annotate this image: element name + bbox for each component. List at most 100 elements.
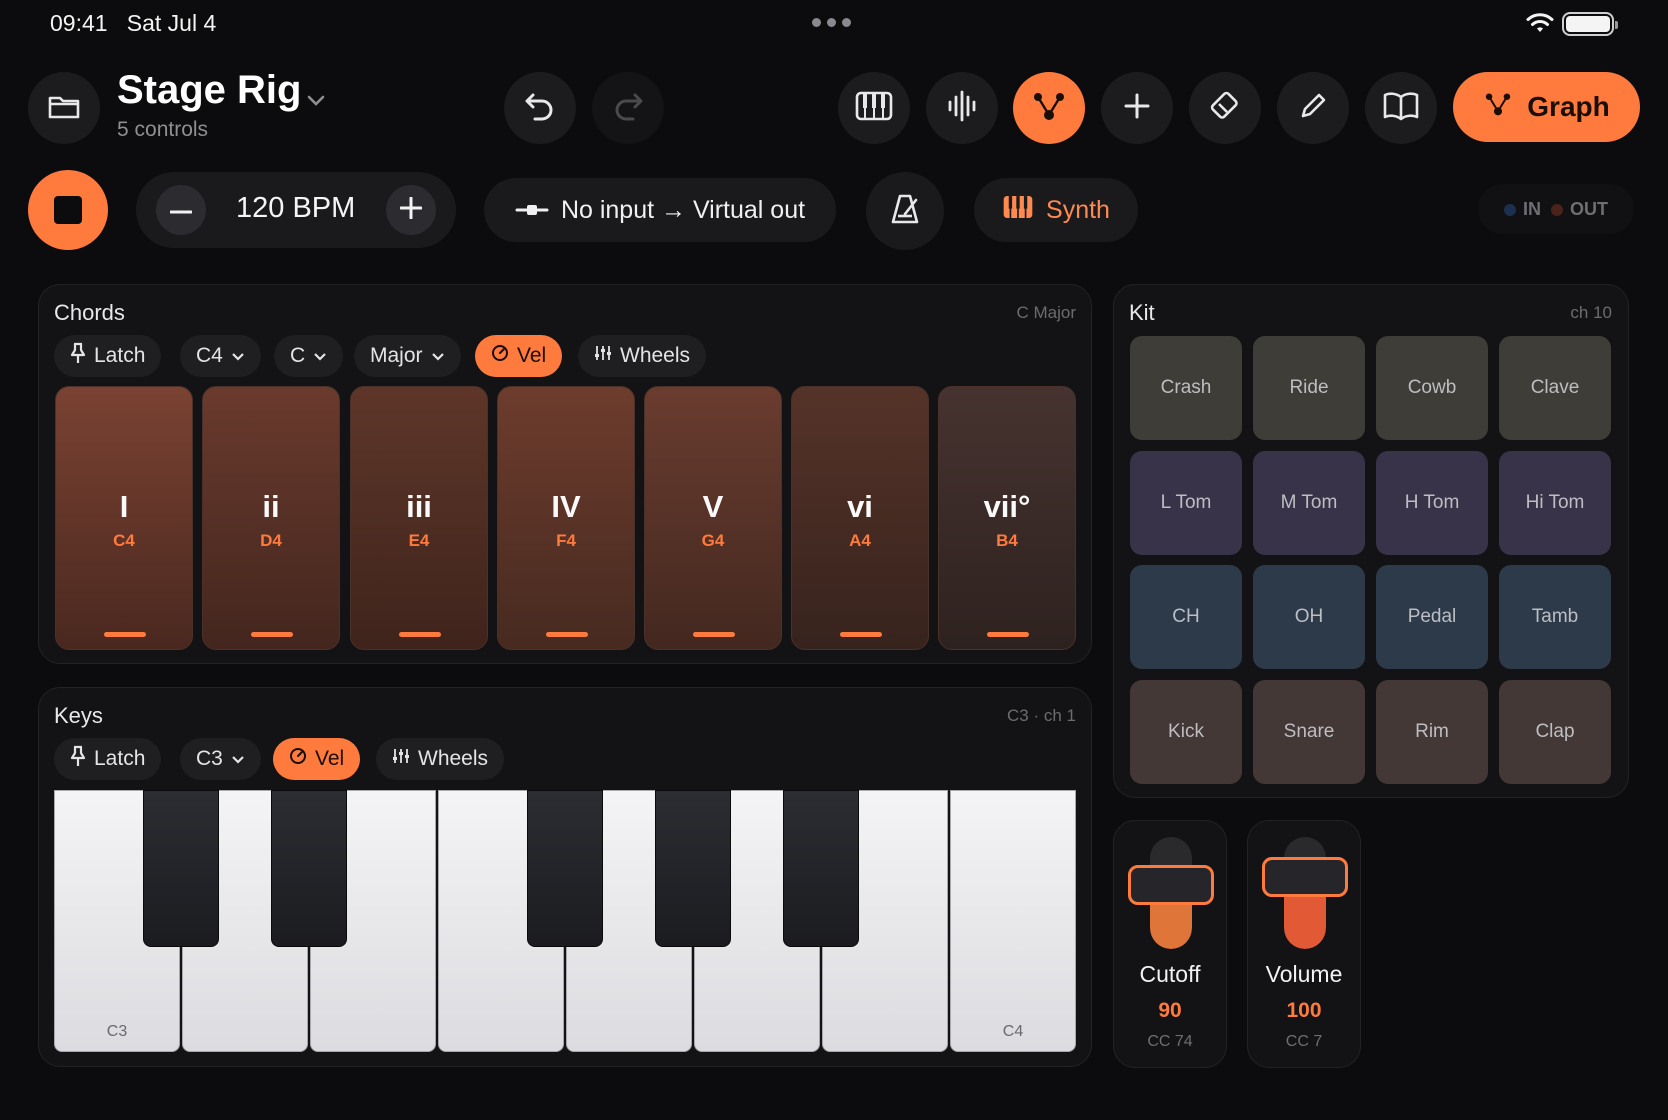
add-control-button[interactable] (1101, 72, 1173, 144)
volume-label: Volume (1265, 961, 1343, 987)
midi-activity-indicator: IN OUT (1478, 184, 1634, 234)
erase-button[interactable] (1189, 72, 1261, 144)
synth-label: Synth (1046, 195, 1110, 224)
stop-icon (54, 196, 82, 224)
cable-icon (515, 196, 549, 225)
cutoff-fader: Cutoff 90 CC 74 (1113, 820, 1227, 1068)
metronome-icon (888, 192, 922, 231)
library-button[interactable] (1365, 72, 1437, 144)
chevron-down-icon (231, 344, 245, 368)
drum-pad[interactable]: Kick (1130, 680, 1242, 784)
audio-mode-button[interactable] (926, 72, 998, 144)
volume-fader: Volume 100 CC 7 (1247, 820, 1361, 1068)
drum-pad[interactable]: L Tom (1130, 451, 1242, 555)
keys-velocity-toggle[interactable]: Vel (273, 738, 361, 780)
chevron-down-icon (313, 344, 327, 368)
keys-octave-select[interactable]: C3 (180, 738, 261, 780)
project-title[interactable]: Stage Rig (117, 68, 301, 113)
keys-wheels-toggle[interactable]: Wheels (376, 738, 505, 780)
folder-icon (47, 92, 81, 125)
chord-pad-vi[interactable]: vi A4 (791, 386, 929, 650)
tempo-decrease-button[interactable] (156, 185, 206, 235)
chords-octave-select[interactable]: C4 (180, 335, 261, 377)
nodes-icon (1483, 91, 1513, 124)
chord-pad-vii[interactable]: vii° B4 (938, 386, 1076, 650)
gauge-icon (289, 747, 307, 771)
chord-pad-I[interactable]: I C4 (55, 386, 193, 650)
graph-button[interactable]: Graph (1453, 72, 1640, 142)
chords-latch-toggle[interactable]: Latch (54, 335, 162, 377)
midi-in-indicator: IN (1504, 199, 1541, 220)
drum-pad[interactable]: Pedal (1376, 565, 1488, 669)
graph-mode-button[interactable] (1013, 72, 1085, 144)
gauge-icon (491, 344, 509, 368)
drum-pad[interactable]: Clap (1499, 680, 1611, 784)
tempo-increase-button[interactable] (386, 185, 436, 235)
redo-icon (611, 91, 645, 126)
drum-pad[interactable]: Snare (1253, 680, 1365, 784)
synth-button[interactable]: Synth (974, 178, 1138, 242)
cutoff-cc: CC 74 (1147, 1033, 1193, 1050)
drum-pad[interactable]: Rim (1376, 680, 1488, 784)
piano-key-d-sharp[interactable] (271, 790, 347, 947)
edit-button[interactable] (1277, 72, 1349, 144)
piano-key-a-sharp[interactable] (783, 790, 859, 947)
drum-pad[interactable]: Cowb (1376, 336, 1488, 440)
chord-pad-V[interactable]: V G4 (644, 386, 782, 650)
chords-scale-select[interactable]: Major (354, 335, 461, 377)
control-count: 5 controls (117, 118, 209, 141)
plus-icon (1122, 91, 1152, 126)
drum-pad[interactable]: Hi Tom (1499, 451, 1611, 555)
sliders-icon (594, 344, 612, 368)
tempo-value[interactable]: 120 BPM (236, 192, 355, 225)
kit-title: Kit (1129, 300, 1155, 325)
keyboard-mode-button[interactable] (838, 72, 910, 144)
chevron-down-icon (231, 747, 245, 771)
open-project-button[interactable] (28, 72, 100, 144)
pin-icon (70, 745, 86, 773)
volume-fader-thumb[interactable] (1262, 856, 1348, 897)
stop-button[interactable] (28, 170, 108, 250)
drum-pad[interactable]: Clave (1499, 336, 1611, 440)
waveform-icon (945, 89, 979, 128)
drum-pad[interactable]: CH (1130, 565, 1242, 669)
drum-pad[interactable]: Tamb (1499, 565, 1611, 669)
battery-icon (1562, 12, 1618, 36)
chords-root-select[interactable]: C (274, 335, 344, 377)
piano-key-c-sharp[interactable] (143, 790, 219, 947)
piano-key-f-sharp[interactable] (527, 790, 603, 947)
keys-latch-toggle[interactable]: Latch (54, 738, 162, 780)
keys-title: Keys (54, 703, 103, 728)
chords-velocity-toggle[interactable]: Vel (475, 335, 563, 377)
multitask-dots[interactable] (812, 18, 851, 27)
piano-icon (855, 91, 893, 126)
piano-key-g-sharp[interactable] (655, 790, 731, 947)
midi-routing-button[interactable]: No input → Virtual out (484, 178, 836, 242)
chord-pad-IV[interactable]: IV F4 (497, 386, 635, 650)
sliders-icon (392, 747, 410, 771)
chords-wheels-toggle[interactable]: Wheels (578, 335, 707, 377)
metronome-button[interactable] (866, 172, 944, 250)
pin-icon (70, 342, 86, 370)
chord-pad-ii[interactable]: ii D4 (202, 386, 340, 650)
drum-pad[interactable]: H Tom (1376, 451, 1488, 555)
drum-pad[interactable]: M Tom (1253, 451, 1365, 555)
drum-pad[interactable]: OH (1253, 565, 1365, 669)
book-icon (1382, 91, 1420, 126)
chords-title: Chords (54, 300, 125, 325)
drum-pad[interactable]: Ride (1253, 336, 1365, 440)
chord-pad-iii[interactable]: iii E4 (350, 386, 488, 650)
piano-key-c-high[interactable]: C4 (950, 790, 1076, 1052)
status-time: 09:41 Sat Jul 4 (50, 10, 217, 36)
tempo-control: 120 BPM (136, 172, 456, 248)
chords-key: C Major (1016, 303, 1076, 322)
cutoff-label: Cutoff (1139, 961, 1201, 987)
minus-icon (169, 201, 193, 219)
pencil-icon (1297, 90, 1329, 127)
eraser-icon (1208, 89, 1242, 128)
cutoff-fader-thumb[interactable] (1128, 865, 1214, 906)
redo-button[interactable] (592, 72, 664, 144)
drum-pad[interactable]: Crash (1130, 336, 1242, 440)
chevron-down-icon[interactable] (306, 94, 326, 113)
undo-button[interactable] (504, 72, 576, 144)
